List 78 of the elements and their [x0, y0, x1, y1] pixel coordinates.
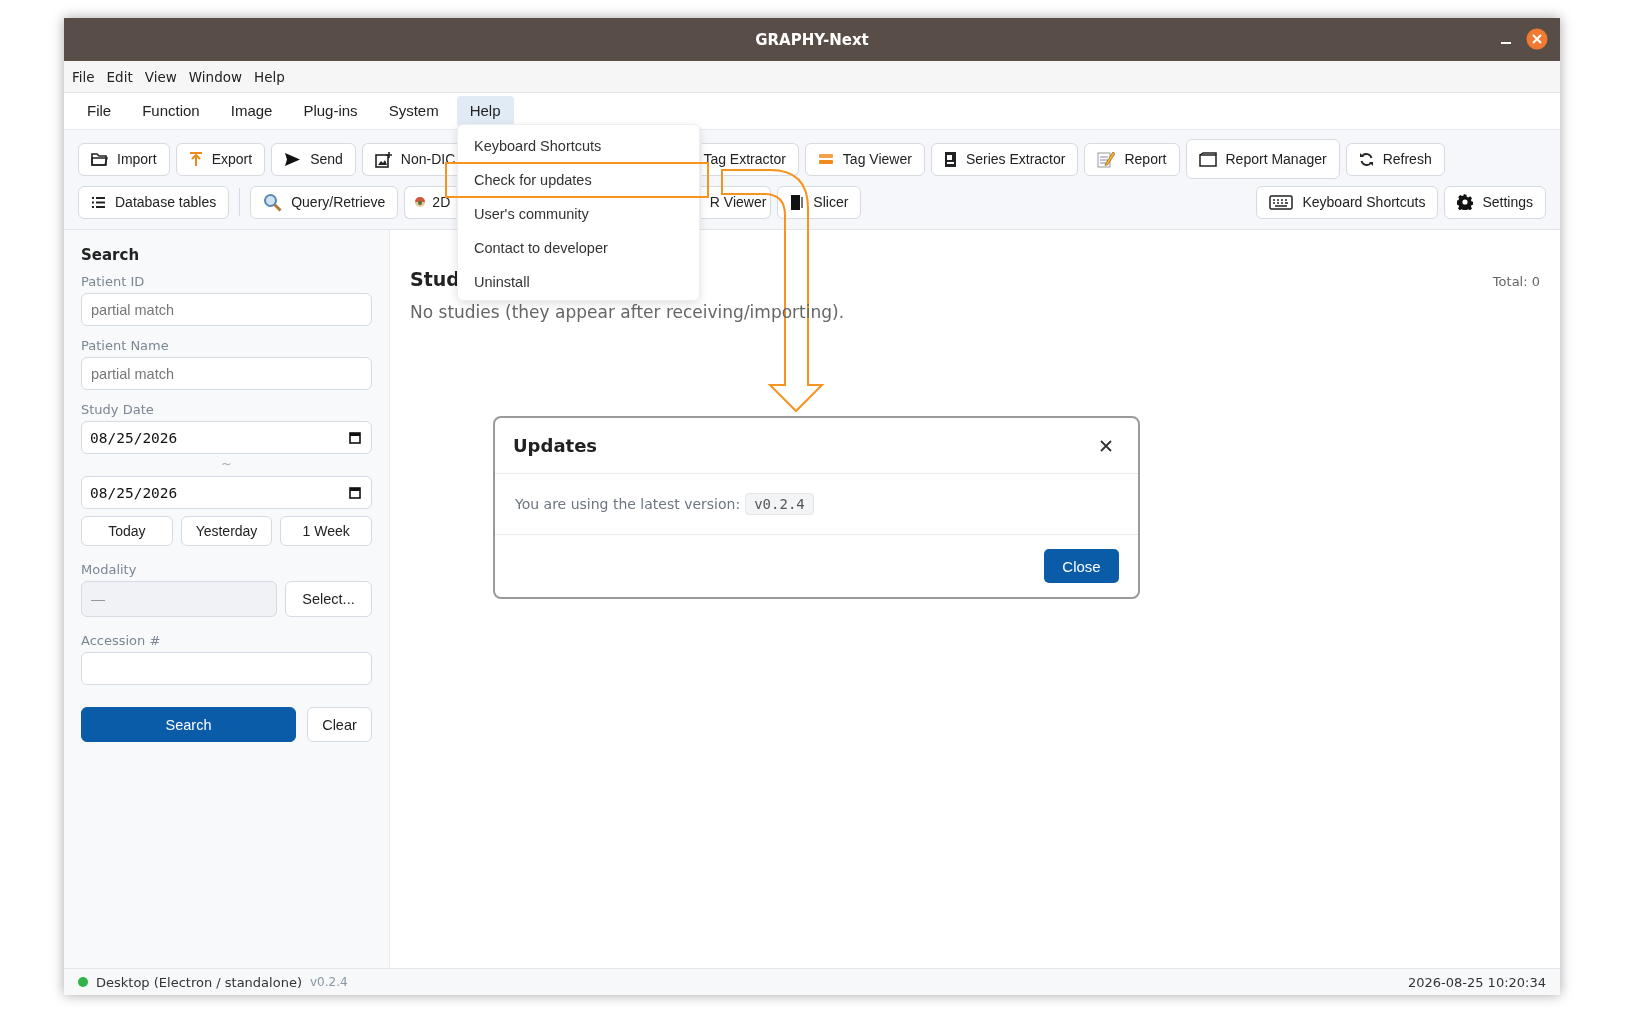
slab-icon [790, 193, 805, 211]
date-time: 2026-08-25 10:20:34 [1407, 974, 1546, 990]
menu-item[interactable]: File [68, 66, 99, 87]
toolbar-button[interactable]: Export [175, 142, 266, 176]
window-icon [1198, 151, 1217, 167]
menu-item[interactable]: Uninstall [458, 265, 699, 299]
toolbar-button[interactable]: Keyboard Shortcuts [1256, 185, 1439, 219]
list-icon [91, 195, 106, 209]
date-preset-button[interactable]: 1 Week [280, 516, 372, 546]
version-text: v0.2.4 [309, 975, 348, 989]
total-count: Total: 0 [1492, 274, 1540, 289]
version-badge: v0.2.4 [745, 493, 814, 515]
date-preset-button[interactable]: Today [81, 516, 173, 546]
pencil-paper-icon [1097, 150, 1116, 168]
menu-item[interactable]: Check for updates [445, 162, 709, 198]
image-add-icon [374, 150, 392, 168]
menu-item[interactable]: User's community [458, 197, 699, 231]
input-field[interactable]: partial match [81, 357, 372, 390]
window-title: GRAPHY-Next [755, 30, 869, 49]
panel-title: Search [81, 246, 141, 264]
toolbar-button[interactable]: Database tables [78, 185, 230, 219]
menu-item[interactable]: View [140, 66, 181, 87]
app-mode: Desktop (Electron / standalone) [96, 974, 302, 990]
input-field[interactable]: partial match [81, 293, 372, 326]
menu-item[interactable]: Edit [102, 66, 137, 87]
menu-item[interactable]: Window [184, 66, 247, 87]
calendar-icon[interactable] [349, 486, 361, 499]
menu-tab[interactable]: Function [129, 95, 213, 127]
date-preset-button[interactable]: Yesterday [180, 516, 273, 546]
menu-item[interactable]: Help [250, 66, 289, 87]
toolbar-button[interactable]: Slicer [777, 185, 862, 219]
menu-item[interactable]: Contact to developer [458, 231, 699, 265]
metadata-icon [817, 153, 834, 165]
menu-tab[interactable]: File [74, 95, 125, 127]
menu-tab[interactable]: Image [217, 95, 286, 127]
toolbar-button[interactable]: 2D [404, 185, 457, 219]
keyboard-icon [1269, 194, 1294, 210]
menu-tab[interactable]: Plug-ins [290, 95, 371, 127]
close-icon[interactable] [1526, 28, 1548, 50]
send-icon [284, 151, 302, 167]
settings-icon [1457, 194, 1474, 210]
dialog-title: Updates [513, 435, 598, 456]
date-field[interactable]: 08/25/2026 [81, 421, 372, 454]
toolbar-button[interactable]: Report Manager [1185, 139, 1340, 179]
field-label: Study Date [81, 402, 155, 417]
toolbar-button[interactable]: Tag Extractor [701, 142, 799, 176]
menu-tab[interactable]: System [375, 95, 452, 127]
calendar-icon[interactable] [349, 431, 361, 444]
toolbar-button[interactable]: Settings [1444, 185, 1546, 219]
menu-tab[interactable]: Help [456, 95, 514, 127]
menu-item[interactable]: Keyboard Shortcuts [458, 129, 699, 163]
date-field[interactable]: 08/25/2026 [81, 476, 372, 509]
toolbar-button[interactable]: Query/Retrieve [250, 185, 399, 219]
clear-button[interactable]: Clear [307, 707, 372, 742]
toolbar-button[interactable]: R Viewer [701, 185, 772, 219]
close-icon[interactable] [1100, 439, 1112, 452]
document-icon [943, 150, 957, 168]
toolbar-button[interactable]: Series Extractor [930, 142, 1079, 176]
field-label: Patient Name [81, 338, 170, 353]
upload-icon [188, 151, 203, 167]
field-label: Patient ID [81, 274, 146, 289]
sphere-icon [413, 195, 428, 209]
refresh-icon [1358, 151, 1374, 167]
section-title: Stud [410, 268, 460, 290]
field-label: Accession # [81, 633, 162, 648]
search-icon [263, 192, 283, 212]
toolbar-button[interactable]: Send [271, 142, 356, 176]
folder-icon [91, 151, 108, 167]
toolbar-button[interactable]: Tag Viewer [804, 142, 925, 176]
dialog-message: You are using the latest version: [515, 496, 741, 512]
field-label: Modality [81, 562, 138, 577]
close-button[interactable]: Close [1044, 549, 1119, 583]
toolbar-button[interactable]: Import [78, 142, 170, 176]
toolbar-button[interactable]: Refresh [1345, 142, 1445, 176]
input-field[interactable] [81, 652, 372, 685]
search-button[interactable]: Search [81, 707, 296, 742]
toolbar-button[interactable]: Report [1084, 142, 1180, 176]
range-separator: ~ [221, 456, 232, 471]
